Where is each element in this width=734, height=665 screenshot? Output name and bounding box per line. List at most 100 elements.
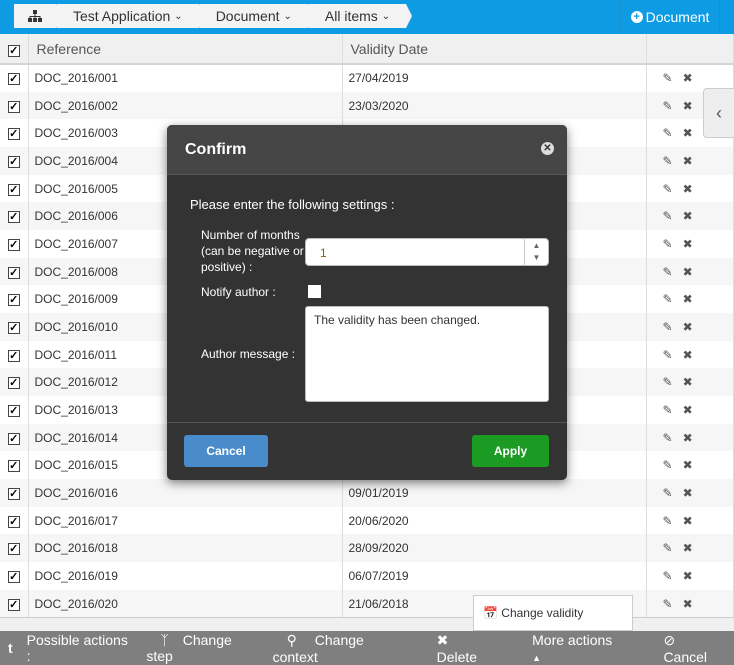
delete-icon[interactable]: ✖ [683, 154, 693, 168]
row-checkbox[interactable]: ✓ [0, 423, 29, 452]
map-marker-icon: ⚲ [286, 631, 297, 648]
delete-icon[interactable]: ✖ [683, 237, 693, 251]
change-context-button[interactable]: ⚲ Change context [273, 632, 409, 665]
row-checkbox[interactable]: ✓ [0, 147, 29, 175]
menu-item-change-validity[interactable]: 📅 Change validity [483, 606, 583, 620]
reference-cell: DOC_2016/016 [28, 479, 343, 507]
pencil-icon[interactable]: ✎ [663, 154, 673, 168]
pencil-icon[interactable]: ✎ [663, 541, 673, 555]
new-document-button[interactable]: + Document [620, 0, 720, 34]
actions-cell: ✎ ✖ [646, 562, 734, 590]
table-row[interactable]: ✓ DOC_2016/019 06/07/2019 ✎ ✖ [0, 562, 734, 590]
close-icon[interactable]: ✕ [541, 142, 554, 155]
pencil-icon[interactable]: ✎ [663, 569, 673, 583]
delete-icon[interactable]: ✖ [683, 71, 693, 85]
side-panel-toggle[interactable]: ‹ [703, 88, 734, 138]
actions-cell: ✎ ✖ [646, 313, 734, 341]
breadcrumb-document[interactable]: Document ⌄ [198, 4, 315, 28]
pencil-icon[interactable]: ✎ [663, 597, 673, 611]
pencil-icon[interactable]: ✎ [663, 486, 673, 500]
cancel-selection-button[interactable]: ⊘ Cancel [649, 632, 734, 665]
delete-icon[interactable]: ✖ [683, 541, 693, 555]
table-row[interactable]: ✓ DOC_2016/002 23/03/2020 ✎ ✖ [0, 91, 734, 120]
actions-cell: ✎ ✖ [646, 257, 734, 286]
pencil-icon[interactable]: ✎ [663, 126, 673, 140]
row-checkbox[interactable]: ✓ [0, 479, 29, 507]
actions-cell: ✎ ✖ [646, 396, 734, 424]
row-checkbox[interactable]: ✓ [0, 534, 29, 563]
row-checkbox[interactable]: ✓ [0, 202, 29, 231]
column-validity-date[interactable]: Validity Date [342, 34, 647, 65]
pencil-icon[interactable]: ✎ [663, 237, 673, 251]
spinner-buttons[interactable]: ▲ ▼ [524, 239, 548, 265]
delete-icon[interactable]: ✖ [683, 292, 693, 306]
pencil-icon[interactable]: ✎ [663, 320, 673, 334]
toggle-actions-button[interactable]: t [8, 640, 13, 656]
table-row[interactable]: ✓ DOC_2016/018 28/09/2020 ✎ ✖ [0, 534, 734, 563]
row-checkbox[interactable]: ✓ [0, 174, 29, 203]
delete-icon[interactable]: ✖ [683, 265, 693, 279]
change-step-button[interactable]: ᛉ Change step [146, 632, 258, 664]
row-checkbox[interactable]: ✓ [0, 64, 29, 92]
close-icon: ✖ [436, 631, 449, 648]
row-checkbox[interactable]: ✓ [0, 119, 29, 148]
row-checkbox[interactable]: ✓ [0, 589, 29, 618]
row-checkbox[interactable]: ✓ [0, 230, 29, 258]
delete-icon[interactable]: ✖ [683, 458, 693, 472]
breadcrumb-all-items[interactable]: All items ⌄ [307, 4, 413, 28]
table-row[interactable]: ✓ DOC_2016/016 09/01/2019 ✎ ✖ [0, 479, 734, 507]
row-checkbox[interactable]: ✓ [0, 313, 29, 341]
more-actions-button[interactable]: More actions ▲ [518, 632, 635, 664]
delete-icon[interactable]: ✖ [683, 320, 693, 334]
pencil-icon[interactable]: ✎ [663, 431, 673, 445]
delete-icon[interactable]: ✖ [683, 375, 693, 389]
row-checkbox[interactable]: ✓ [0, 91, 29, 120]
pencil-icon[interactable]: ✎ [663, 99, 673, 113]
row-checkbox[interactable]: ✓ [0, 396, 29, 424]
row-checkbox[interactable]: ✓ [0, 285, 29, 314]
row-checkbox[interactable]: ✓ [0, 451, 29, 480]
author-message-textarea[interactable]: The validity has been changed. [305, 306, 549, 402]
months-input[interactable]: 1 ▲ ▼ [305, 238, 549, 266]
delete-icon[interactable]: ✖ [683, 403, 693, 417]
validity-date-cell: 09/01/2019 [342, 479, 647, 507]
delete-icon[interactable]: ✖ [683, 126, 693, 140]
delete-icon[interactable]: ✖ [683, 514, 693, 528]
row-checkbox[interactable]: ✓ [0, 562, 29, 590]
cancel-button[interactable]: Cancel [184, 435, 268, 467]
delete-button[interactable]: ✖ Delete [423, 632, 505, 665]
row-checkbox[interactable]: ✓ [0, 340, 29, 369]
delete-icon[interactable]: ✖ [683, 182, 693, 196]
delete-icon[interactable]: ✖ [683, 209, 693, 223]
row-checkbox[interactable]: ✓ [0, 506, 29, 535]
delete-icon[interactable]: ✖ [683, 431, 693, 445]
pencil-icon[interactable]: ✎ [663, 71, 673, 85]
pencil-icon[interactable]: ✎ [663, 514, 673, 528]
row-checkbox[interactable]: ✓ [0, 368, 29, 397]
table-row[interactable]: ✓ DOC_2016/001 27/04/2019 ✎ ✖ [0, 64, 734, 92]
column-reference[interactable]: Reference [28, 34, 343, 65]
delete-icon[interactable]: ✖ [683, 597, 693, 611]
select-all-checkbox[interactable]: ✓ [0, 34, 29, 65]
pencil-icon[interactable]: ✎ [663, 403, 673, 417]
delete-icon[interactable]: ✖ [683, 99, 693, 113]
pencil-icon[interactable]: ✎ [663, 375, 673, 389]
apply-button[interactable]: Apply [472, 435, 549, 467]
row-checkbox[interactable]: ✓ [0, 257, 29, 286]
table-row[interactable]: ✓ DOC_2016/017 20/06/2020 ✎ ✖ [0, 506, 734, 535]
actions-cell: ✎ ✖ [646, 423, 734, 452]
notify-author-checkbox[interactable] [308, 285, 321, 298]
delete-icon[interactable]: ✖ [683, 569, 693, 583]
delete-icon[interactable]: ✖ [683, 348, 693, 362]
validity-date-cell: 27/04/2019 [342, 64, 647, 92]
pencil-icon[interactable]: ✎ [663, 292, 673, 306]
pencil-icon[interactable]: ✎ [663, 182, 673, 196]
delete-icon[interactable]: ✖ [683, 486, 693, 500]
pencil-icon[interactable]: ✎ [663, 348, 673, 362]
pencil-icon[interactable]: ✎ [663, 458, 673, 472]
ban-icon: ⊘ [663, 631, 676, 648]
pencil-icon[interactable]: ✎ [663, 265, 673, 279]
breadcrumb-application[interactable]: Test Application ⌄ [56, 4, 205, 28]
pencil-icon[interactable]: ✎ [663, 209, 673, 223]
breadcrumb-home[interactable] [14, 4, 62, 28]
